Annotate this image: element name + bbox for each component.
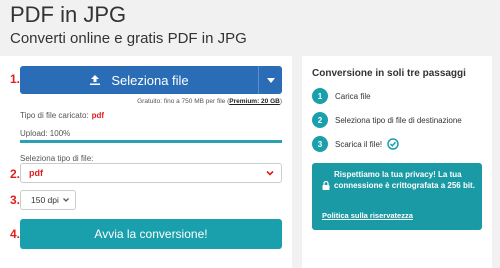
converter-card: 1. Seleziona file Gratuito: fino a 750 M… <box>0 56 292 268</box>
select-file-label: Seleziona file <box>111 72 189 88</box>
steps-sidebar: Conversione in soli tre passaggi 1 Caric… <box>302 56 492 268</box>
filetype-value: pdf <box>91 111 105 120</box>
check-circle-icon <box>387 138 399 150</box>
target-type-select[interactable]: pdf <box>20 163 282 183</box>
chevron-down-icon <box>266 170 274 176</box>
sidebar-title: Conversione in soli tre passaggi <box>312 68 466 79</box>
target-type-label: Seleziona tipo di file: <box>20 154 94 163</box>
dpi-value: 150 dpi <box>31 195 59 205</box>
step-badge: 2 <box>312 112 328 128</box>
sidebar-step-upload: 1 Carica file <box>312 88 371 104</box>
upload-source-dropdown[interactable] <box>258 66 282 94</box>
upload-progress-bar <box>20 140 282 143</box>
page-title: PDF in JPG <box>10 2 127 27</box>
dpi-select[interactable]: 150 dpi <box>20 190 76 210</box>
step-badge: 1 <box>312 88 328 104</box>
step-number-4: 4. <box>10 227 21 241</box>
uploaded-filetype: Tipo di file caricato: pdf <box>20 111 104 120</box>
sidebar-step-select-type: 2 Seleziona tipo di file di destinazione <box>312 112 462 128</box>
lock-icon <box>322 181 330 190</box>
page-subtitle: Converti online e gratis PDF in JPG <box>10 30 247 47</box>
upload-icon <box>90 75 101 85</box>
caret-down-icon <box>266 77 275 83</box>
privacy-notice: Rispettiamo la tua privacy! La tua conne… <box>312 163 482 230</box>
limit-suffix: ) <box>279 98 282 105</box>
step-number-1: 1. <box>10 72 21 86</box>
target-type-value: pdf <box>29 168 43 178</box>
premium-link[interactable]: Premium: 20 GB <box>229 98 280 105</box>
upload-progress-fill <box>20 140 282 143</box>
step-badge: 3 <box>312 136 328 152</box>
sidebar-step-label: Scarica il file! <box>335 139 383 149</box>
step-number-2: 2. <box>10 167 21 181</box>
sidebar-step-label: Seleziona tipo di file di destinazione <box>335 115 462 125</box>
sidebar-step-download: 3 Scarica il file! <box>312 136 399 152</box>
select-file-main[interactable]: Seleziona file <box>20 66 258 94</box>
upload-progress-label: Upload: 100% <box>20 129 71 138</box>
privacy-policy-link[interactable]: Politica sulla riservatezza <box>322 211 413 220</box>
size-limit-note: Gratuito: fino a 750 MB per file (Premiu… <box>137 98 282 105</box>
limit-text: Gratuito: fino a 750 MB per file ( <box>137 98 230 105</box>
privacy-text: Rispettiamo la tua privacy! La tua conne… <box>334 170 475 190</box>
step-number-3: 3. <box>10 193 21 207</box>
filetype-label: Tipo di file caricato: <box>20 111 89 120</box>
sidebar-step-label: Carica file <box>335 91 371 101</box>
start-conversion-button[interactable]: Avvia la conversione! <box>20 219 282 249</box>
select-file-button[interactable]: Seleziona file <box>20 66 282 94</box>
chevron-down-icon <box>63 198 69 202</box>
